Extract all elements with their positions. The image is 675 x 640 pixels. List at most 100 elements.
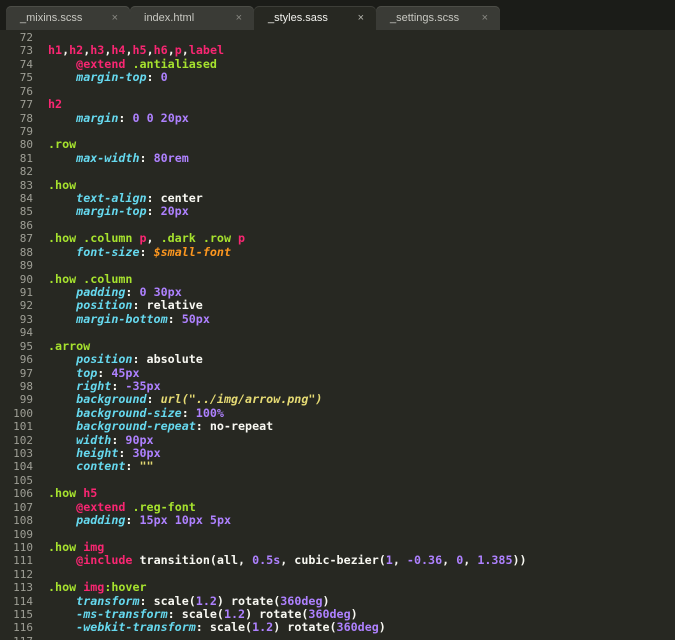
code-line[interactable]: 75 margin-top: 0 <box>0 71 675 85</box>
code-line[interactable]: 108 padding: 15px 10px 5px <box>0 513 675 528</box>
code-token: -ms-transform <box>76 607 168 622</box>
line-number: 107 <box>13 500 33 514</box>
code-line[interactable]: 117 <box>0 635 675 640</box>
line-number: 88 <box>19 245 33 259</box>
line-number: 85 <box>19 205 33 219</box>
code-text: .how <box>48 178 76 192</box>
code-line[interactable]: 113 .how img:hover <box>0 581 675 595</box>
code-token: 10px <box>174 513 203 528</box>
line-number: 89 <box>19 259 33 273</box>
tab-label: _styles.sass <box>268 12 328 24</box>
code-line[interactable]: 110 .how img <box>0 539 675 554</box>
code-token: : <box>97 365 112 380</box>
code-line[interactable]: 104 content: "" <box>0 459 675 474</box>
code-line[interactable]: 112 <box>0 568 675 581</box>
code-line[interactable]: 96 position: absolute <box>0 352 675 367</box>
code-line[interactable]: 81 max-width: 80rem <box>0 151 675 165</box>
code-line[interactable]: 93 margin-bottom: 50px <box>0 311 675 326</box>
code-line[interactable]: 83 .how <box>0 178 675 192</box>
code-line[interactable]: 89 <box>0 259 675 272</box>
code-line[interactable]: 111 @include transition(all, 0.5s, cubic… <box>0 553 675 568</box>
code-text: .how .column <box>48 272 132 286</box>
code-token: background-repeat <box>76 419 196 434</box>
code-token: : absolute <box>132 352 203 367</box>
code-text: position: absolute <box>48 352 203 367</box>
code-token: img <box>83 539 105 554</box>
code-token: padding <box>76 513 126 528</box>
code-line[interactable]: 116 -webkit-transform: scale(1.2) rotate… <box>0 621 675 635</box>
code-line[interactable]: 79 <box>0 125 675 138</box>
code-line[interactable]: 101 background-repeat: no-repeat <box>0 419 675 434</box>
code-token: : <box>167 311 182 326</box>
code-line[interactable]: 99 background: url("../img/arrow.png") <box>0 393 675 407</box>
code-line[interactable]: 84 text-align: center <box>0 191 675 205</box>
code-token: 1.2 <box>223 607 246 622</box>
code-line[interactable]: 100 background-size: 100% <box>0 406 675 420</box>
code-line[interactable]: 114 transform: scale(1.2) rotate(360deg) <box>0 593 675 608</box>
code-token: : <box>111 432 126 447</box>
tab-mixins-scss[interactable]: _mixins.scss × <box>6 6 130 30</box>
code-line[interactable]: 91 padding: 0 30px <box>0 285 675 299</box>
code-text: .how img:hover <box>48 581 147 594</box>
tab-label: _mixins.scss <box>20 12 83 24</box>
code-line[interactable]: 98 right: -35px <box>0 378 675 393</box>
code-line[interactable]: 90 .how .column <box>0 272 675 286</box>
code-token: p <box>238 231 246 246</box>
code-line[interactable]: 72 <box>0 31 675 44</box>
line-number: 77 <box>19 98 33 112</box>
code-token: position <box>76 298 133 313</box>
code-line[interactable]: 92 position: relative <box>0 298 675 313</box>
close-icon[interactable]: × <box>482 6 488 30</box>
code-line[interactable]: 82 <box>0 165 675 178</box>
code-line[interactable]: 80 .row <box>0 138 675 152</box>
code-token: width <box>76 432 112 447</box>
code-token: : relative <box>132 298 203 313</box>
code-token: "" <box>139 459 154 474</box>
code-editor[interactable]: 72 73 h1,h2,h3,h4,h5,h6,p,label 74 @extend … <box>0 30 675 640</box>
code-line[interactable]: 107 @extend .reg-font <box>0 500 675 514</box>
code-text: margin-top: 0 <box>48 71 168 84</box>
code-line[interactable]: 106 .how h5 <box>0 487 675 501</box>
line-number: 101 <box>13 420 33 434</box>
code-line[interactable]: 86 <box>0 219 675 232</box>
tab-index-html[interactable]: index.html × <box>130 6 254 30</box>
code-text: transform: scale(1.2) rotate(360deg) <box>48 593 330 608</box>
code-line[interactable]: 105 <box>0 474 675 487</box>
code-token: : <box>111 378 126 393</box>
code-line[interactable]: 115 -ms-transform: scale(1.2) rotate(360… <box>0 607 675 622</box>
code-line[interactable]: 78 margin: 0 0 20px <box>0 110 675 125</box>
code-token: ) <box>322 593 330 608</box>
code-line[interactable]: 109 <box>0 528 675 541</box>
code-token: , <box>167 43 175 58</box>
code-token: -35px <box>125 378 161 393</box>
line-number: 78 <box>19 111 33 125</box>
code-token: margin-top <box>76 204 147 219</box>
code-token: img <box>83 580 105 595</box>
code-line[interactable]: 76 <box>0 85 675 98</box>
close-icon[interactable]: × <box>112 6 118 30</box>
tab-styles-sass[interactable]: _styles.sass × <box>254 6 376 30</box>
code-line[interactable]: 85 margin-top: 20px <box>0 204 675 219</box>
code-line[interactable]: 95 .arrow <box>0 339 675 353</box>
code-line[interactable]: 103 height: 30px <box>0 446 675 460</box>
code-line[interactable]: 102 width: 90px <box>0 432 675 447</box>
code-line[interactable]: 87 .how .column p, .dark .row p <box>0 231 675 246</box>
code-token: margin <box>76 110 119 125</box>
line-number: 83 <box>19 178 33 192</box>
code-line[interactable]: 77 h2 <box>0 97 675 112</box>
tab-settings-scss[interactable]: _settings.scss × <box>376 6 500 30</box>
code-token: 1 <box>385 553 393 568</box>
code-token: top <box>76 365 98 380</box>
code-text: .arrow <box>48 339 90 353</box>
close-icon[interactable]: × <box>358 6 364 30</box>
code-line[interactable]: 74 @extend .antialiased <box>0 57 675 71</box>
close-icon[interactable]: × <box>236 6 242 30</box>
code-line[interactable]: 97 top: 45px <box>0 365 675 380</box>
code-line[interactable]: 73 h1,h2,h3,h4,h5,h6,p,label <box>0 43 675 58</box>
code-line[interactable]: 94 <box>0 326 675 339</box>
code-line[interactable]: 88 font-size: $small-font <box>0 245 675 259</box>
